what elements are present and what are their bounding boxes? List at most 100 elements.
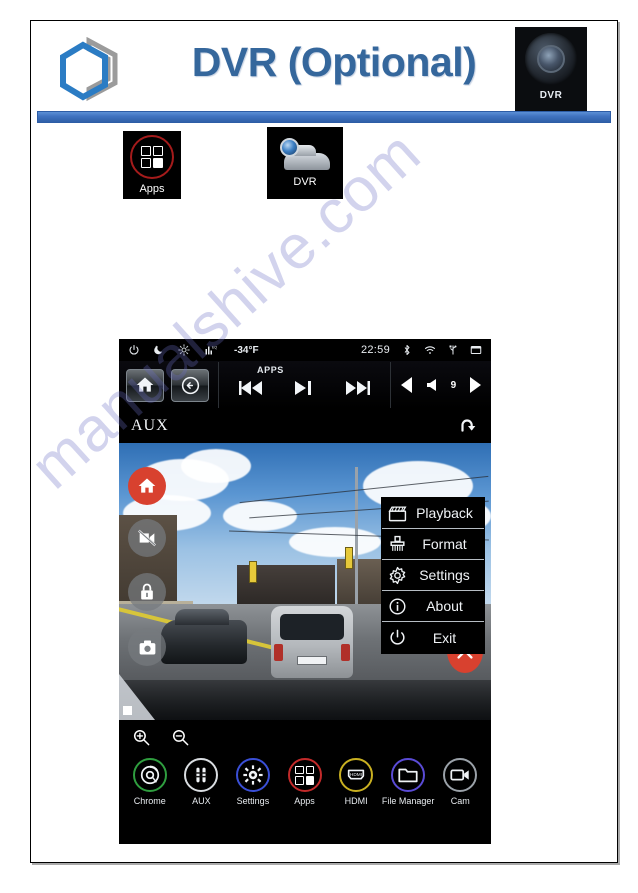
header-dvr-icon: DVR: [515, 27, 587, 115]
power-icon: [387, 627, 408, 648]
menu-item-label: Playback: [416, 505, 473, 521]
scene-vehicle-hood: [119, 680, 491, 720]
dock-item-cam[interactable]: Cam: [434, 758, 486, 806]
magnifier-plus-icon[interactable]: [132, 728, 151, 747]
info-icon: [387, 596, 408, 617]
play-pause-button[interactable]: [291, 379, 317, 397]
menu-item-label: About: [426, 598, 463, 614]
dock-label: Cam: [450, 796, 470, 806]
menu-item-exit[interactable]: Exit: [382, 622, 484, 653]
brush-icon: [387, 534, 408, 555]
speaker-icon: [426, 379, 436, 391]
svg-text:EQ: EQ: [212, 346, 217, 350]
camcorder-icon: [443, 758, 478, 792]
apps-grid-icon: [130, 135, 174, 179]
menu-item-settings[interactable]: Settings: [382, 560, 484, 591]
dock-label: AUX: [192, 796, 211, 806]
scene-traffic-signal: [345, 547, 353, 569]
volume-controls: 9: [391, 376, 491, 394]
status-bar-right: 22:59: [361, 344, 482, 356]
volume-up-button[interactable]: [467, 376, 483, 394]
apps-tile[interactable]: Apps: [123, 131, 181, 199]
source-title: AUX: [131, 417, 169, 434]
dvr-snapshot-button[interactable]: [128, 628, 166, 666]
document-header: DVR (Optional) DVR: [31, 21, 617, 115]
volume-down-button[interactable]: [399, 376, 415, 394]
status-bar-left: EQ -34°F: [128, 344, 259, 356]
menu-item-playback[interactable]: Playback: [382, 498, 484, 529]
header-dvr-caption: DVR: [539, 90, 563, 101]
bluetooth-icon: [404, 345, 410, 355]
dvr-video-preview[interactable]: Playback Format Settings About Exit: [119, 443, 491, 720]
scene-car-silver: [271, 606, 353, 678]
dock-item-apps[interactable]: Apps: [279, 758, 331, 806]
document-page: DVR (Optional) DVR Apps DVR EQ -34°F 22:…: [30, 20, 618, 863]
dvr-tile-label: DVR: [293, 176, 317, 188]
scene-car-black: [161, 609, 247, 664]
temperature-readout: -34°F: [234, 344, 259, 356]
scene-traffic-signal: [249, 561, 257, 583]
hdmi-icon: HDMI: [339, 758, 374, 792]
menu-item-label: Format: [422, 536, 467, 552]
zoom-controls: [119, 720, 491, 754]
app-dock: Chrome AUX Settings Apps HDMI HDMI File …: [119, 754, 491, 816]
back-arrow-icon: [181, 376, 199, 394]
return-arrow-icon[interactable]: [457, 415, 479, 437]
dvr-home-button[interactable]: [128, 467, 166, 505]
clapperboard-icon: [387, 503, 408, 524]
dock-item-aux[interactable]: AUX: [176, 758, 228, 806]
dock-label: HDMI: [344, 796, 368, 806]
menu-item-format[interactable]: Format: [382, 529, 484, 560]
header-divider: [37, 111, 611, 123]
folder-icon: [391, 758, 426, 792]
svg-text:HDMI: HDMI: [350, 772, 362, 778]
previous-track-button[interactable]: [237, 379, 267, 397]
recording-indicator: [123, 706, 132, 715]
usb-icon: [449, 345, 457, 355]
media-source-label: APPS: [257, 365, 284, 375]
next-track-button[interactable]: [342, 379, 372, 397]
power-icon: [129, 344, 139, 355]
apps-grid-icon: [287, 758, 322, 792]
dock-item-settings[interactable]: Settings: [227, 758, 279, 806]
home-icon: [136, 377, 154, 392]
menu-item-label: Settings: [419, 567, 470, 583]
scene-utility-pole: [355, 467, 358, 607]
status-clock: 22:59: [360, 344, 390, 356]
chrome-icon: [132, 758, 167, 792]
menu-item-about[interactable]: About: [382, 591, 484, 622]
head-unit-screen: EQ -34°F 22:59 APPS 9 AUX Playback Forma…: [119, 339, 491, 844]
gear-icon: [235, 758, 270, 792]
dock-item-chrome[interactable]: Chrome: [124, 758, 176, 806]
apps-tile-label: Apps: [139, 183, 165, 195]
dvr-context-menu: Playback Format Settings About Exit: [381, 497, 485, 654]
dock-label: File Manager: [381, 796, 435, 806]
night-mode-icon: [154, 345, 162, 355]
brightness-icon: [178, 344, 190, 356]
dock-label: Chrome: [133, 796, 166, 806]
menu-item-label: Exit: [432, 629, 457, 646]
status-bar: EQ -34°F 22:59: [119, 339, 491, 361]
dvr-lens-icon: [525, 33, 577, 85]
wifi-icon: [424, 346, 436, 354]
dvr-tile[interactable]: DVR: [267, 127, 343, 199]
page-title: DVR (Optional): [191, 39, 477, 85]
recents-icon: [470, 346, 482, 354]
dock-item-hdmi[interactable]: HDMI HDMI: [330, 758, 382, 806]
video-off-icon: [137, 529, 157, 547]
dvr-lock-button[interactable]: [128, 573, 166, 611]
dock-item-file-manager[interactable]: File Manager: [381, 758, 435, 806]
aux-plug-icon: [184, 758, 219, 792]
source-title-bar: AUX: [119, 409, 491, 443]
volume-level: 9: [450, 379, 457, 391]
gear-icon: [387, 565, 408, 586]
brand-logo-icon: [60, 37, 118, 102]
magnifier-minus-icon[interactable]: [171, 728, 190, 747]
dvr-record-toggle-button[interactable]: [128, 519, 166, 557]
transport-controls: APPS: [219, 361, 390, 409]
home-icon: [138, 478, 156, 493]
dvr-car-camera-icon: [278, 138, 332, 172]
home-button[interactable]: [126, 368, 164, 402]
camera-icon: [139, 640, 155, 654]
back-button[interactable]: [171, 368, 209, 402]
